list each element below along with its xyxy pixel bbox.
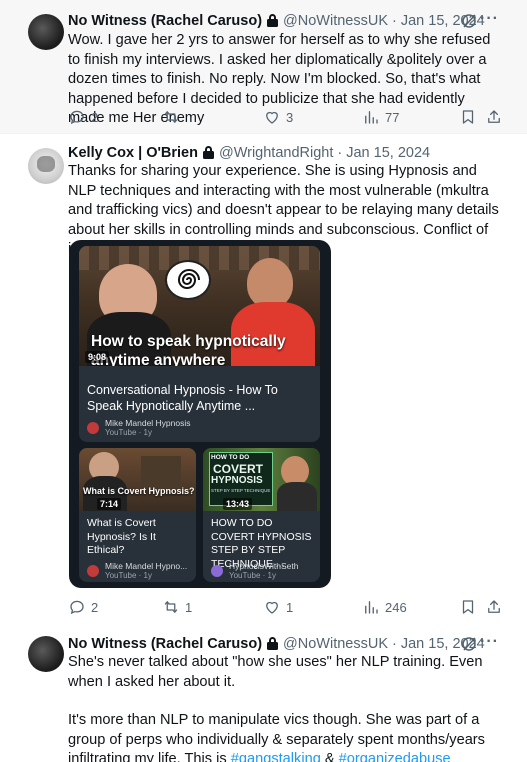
video-card[interactable]: What is Covert Hypnosis? 7:14 What is Co… — [79, 448, 196, 582]
grok-icon[interactable] — [461, 13, 477, 29]
repost-button[interactable]: 1 — [162, 598, 192, 616]
channel-name: HypnosisWithSeth — [229, 561, 299, 571]
more-icon[interactable]: ··· — [480, 10, 499, 28]
tweet-3[interactable]: No Witness (Rachel Caruso) @NoWitnessUK … — [0, 626, 527, 762]
tweet-1[interactable]: No Witness (Rachel Caruso) @NoWitnessUK … — [0, 0, 527, 134]
action-bar: 2 1 1 246 — [68, 598, 508, 618]
channel-info: Mike Mandel Hypnosis YouTube · 1y — [87, 418, 191, 438]
video-thumbnail[interactable]: HOW TO DO COVERT HYPNOSIS STEP BY STEP T… — [203, 448, 320, 511]
tweet-header: No Witness (Rachel Caruso) @NoWitnessUK … — [68, 11, 497, 31]
author-name[interactable]: Kelly Cox | O'Brien — [68, 145, 198, 161]
thumbnail-top: HOW TO DO — [211, 454, 250, 461]
like-count: 1 — [286, 599, 294, 615]
lock-icon — [266, 14, 279, 28]
video-card[interactable]: How to speak hypnotically anytime anywhe… — [79, 246, 320, 442]
views-button[interactable]: 77 — [362, 108, 399, 126]
channel-avatar — [87, 565, 99, 577]
share-button[interactable] — [485, 108, 503, 126]
thumbnail-title: How to speak hypnotically anytime anywhe… — [91, 333, 286, 366]
thumbnail-title: What is Covert Hypnosis? — [83, 486, 195, 496]
channel-meta: YouTube · 1y — [105, 571, 152, 580]
reply-button[interactable]: 2 — [68, 108, 98, 126]
avatar[interactable] — [28, 636, 64, 672]
like-button[interactable]: 1 — [263, 598, 293, 616]
tweet-header: No Witness (Rachel Caruso) @NoWitnessUK … — [68, 634, 497, 654]
repost-count: 1 — [185, 599, 193, 615]
thumbnail-title-1: COVERT — [213, 462, 264, 476]
repost-icon — [164, 111, 178, 123]
like-icon — [266, 111, 278, 124]
views-icon — [365, 601, 378, 614]
lock-icon — [266, 637, 279, 651]
more-icon[interactable]: ··· — [480, 633, 499, 651]
like-icon — [266, 601, 278, 614]
views-count: 77 — [385, 109, 400, 125]
bookmark-button[interactable] — [459, 108, 477, 126]
lock-icon — [202, 146, 215, 160]
views-icon — [365, 111, 378, 124]
author-name[interactable]: No Witness (Rachel Caruso) — [68, 13, 262, 29]
action-bar: 2 3 77 — [68, 108, 508, 128]
hashtag-link[interactable]: #organizedabuse — [339, 751, 451, 762]
video-duration: 9:08 — [85, 351, 110, 363]
like-button[interactable]: 3 — [263, 108, 293, 126]
tweet-header: Kelly Cox | O'Brien @WrightandRight · Ja… — [68, 143, 497, 163]
separator-dot: · — [337, 145, 343, 161]
channel-avatar — [87, 422, 99, 434]
grok-icon[interactable] — [461, 636, 477, 652]
avatar[interactable] — [28, 14, 64, 50]
tweet-2[interactable]: Kelly Cox | O'Brien @WrightandRight · Ja… — [0, 134, 527, 622]
reply-count: 2 — [91, 599, 99, 615]
views-count: 246 — [385, 599, 407, 615]
tweet-date[interactable]: Jan 15, 2024 — [346, 145, 430, 161]
separator-dot: · — [392, 13, 397, 29]
ampersand: & — [320, 751, 339, 762]
author-name[interactable]: No Witness (Rachel Caruso) — [68, 636, 262, 652]
channel-info: HypnosisWithSeth YouTube · 1y — [211, 561, 298, 581]
channel-meta: YouTube · 1y — [229, 571, 276, 580]
separator-dot: · — [392, 636, 397, 652]
spiral-icon — [177, 269, 200, 289]
video-title[interactable]: Conversational Hypnosis - How To Speak H… — [87, 382, 312, 414]
video-duration: 7:14 — [97, 498, 122, 510]
channel-meta: YouTube · 1y — [105, 428, 152, 437]
share-button[interactable] — [485, 598, 503, 616]
avatar[interactable] — [28, 148, 64, 184]
bookmark-icon — [462, 600, 474, 614]
channel-avatar — [211, 565, 223, 577]
tweet-text: She's never talked about "how she uses" … — [68, 653, 503, 762]
bookmark-button[interactable] — [459, 598, 477, 616]
media-grid: How to speak hypnotically anytime anywhe… — [69, 240, 331, 588]
author-handle[interactable]: @NoWitnessUK — [283, 13, 388, 29]
share-icon — [488, 110, 500, 123]
like-count: 3 — [286, 109, 294, 125]
channel-name: Mike Mandel Hypno... — [105, 561, 188, 571]
reply-icon — [70, 110, 84, 125]
reply-count: 2 — [91, 109, 99, 125]
video-card[interactable]: HOW TO DO COVERT HYPNOSIS STEP BY STEP T… — [203, 448, 320, 582]
author-handle[interactable]: @WrightandRight — [219, 145, 333, 161]
video-thumbnail[interactable]: What is Covert Hypnosis? 7:14 — [79, 448, 196, 511]
reply-icon — [70, 600, 84, 615]
thumbnail-sub: STEP BY STEP TECHNIQUE — [211, 488, 271, 493]
channel-name: Mike Mandel Hypnosis — [105, 418, 191, 428]
bookmark-icon — [462, 110, 474, 124]
repost-icon — [164, 601, 178, 613]
views-button[interactable]: 246 — [362, 598, 407, 616]
tweet-paragraph-2: It's more than NLP to manipulate vics th… — [68, 711, 503, 762]
thumbnail-title-2: HYPNOSIS — [211, 475, 263, 486]
author-handle[interactable]: @NoWitnessUK — [283, 636, 388, 652]
video-title[interactable]: What is Covert Hypnosis? Is It Ethical? — [87, 517, 188, 558]
tweet-paragraph-1: She's never talked about "how she uses" … — [68, 654, 483, 690]
video-thumbnail[interactable]: How to speak hypnotically anytime anywhe… — [79, 246, 320, 366]
video-duration: 13:43 — [223, 498, 253, 510]
hashtag-link[interactable]: #gangstalking — [231, 751, 321, 762]
repost-button[interactable] — [162, 108, 180, 126]
share-icon — [488, 600, 500, 613]
channel-info: Mike Mandel Hypno... YouTube · 1y — [87, 561, 187, 581]
reply-button[interactable]: 2 — [68, 598, 98, 616]
